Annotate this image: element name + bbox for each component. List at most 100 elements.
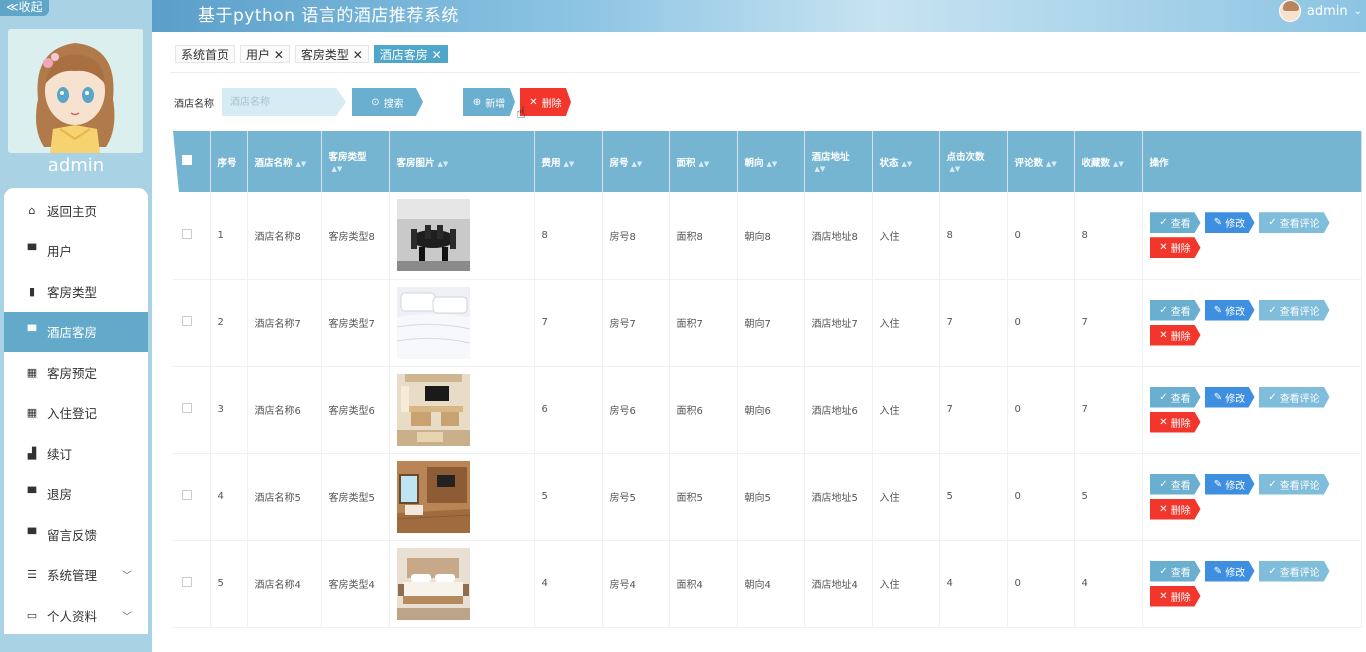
row-checkbox-cell[interactable] xyxy=(173,453,211,540)
cell-clicks: 8 xyxy=(939,192,1008,279)
view-button[interactable]: ✓ 查看 xyxy=(1149,212,1201,234)
column-header-sortable[interactable]: 费用 ▲▼ xyxy=(534,131,603,192)
delete-button[interactable]: ✕ 删除 xyxy=(1149,498,1201,520)
view-comments-button[interactable]: ✓ 查看评论 xyxy=(1258,560,1330,582)
row-checkbox[interactable] xyxy=(182,403,192,413)
column-header-sortable[interactable]: 客房图片 ▲▼ xyxy=(389,131,535,192)
column-header: 序号 xyxy=(210,131,248,192)
cell-index: 5 xyxy=(210,540,248,627)
search-button[interactable]: ⊙ 搜索 xyxy=(352,88,423,116)
column-header-sortable[interactable]: 状态 ▲▼ xyxy=(872,131,940,192)
pointer-cursor-icon: ☝ xyxy=(516,103,526,122)
table-row[interactable]: 4 酒店名称5 客房类型5 5 房号5 面积5 朝向5 酒店地址5 入住 5 0… xyxy=(173,453,1362,540)
sidebar-item-users[interactable]: ▀ 用户 xyxy=(4,231,148,272)
cell-address: 酒店地址7 xyxy=(804,279,873,366)
sidebar-item-home[interactable]: ⌂ 返回主页 xyxy=(4,190,148,231)
user-menu[interactable]: admin ⌄ xyxy=(1278,0,1362,22)
sidebar-item-room-types[interactable]: ▮ 客房类型 xyxy=(4,271,148,312)
table-row[interactable]: 3 酒店名称6 客房类型6 6 房号6 面积6 朝向6 酒店地址6 入住 7 0… xyxy=(173,366,1362,453)
column-label: 面积 xyxy=(676,157,696,169)
column-header-sortable[interactable]: 面积 ▲▼ xyxy=(669,131,738,192)
delete-button[interactable]: ✕ 删除 xyxy=(1149,585,1201,607)
batch-delete-button[interactable]: ✕ 删除 xyxy=(520,88,571,116)
table-row[interactable]: 5 酒店名称4 客房类型4 4 房号4 面积4 朝向4 酒店地址4 入住 4 0… xyxy=(173,540,1362,627)
cell-area: 面积6 xyxy=(669,366,738,453)
column-header-sortable[interactable]: 评论数 ▲▼ xyxy=(1007,131,1075,192)
column-header-sortable[interactable]: 收藏数 ▲▼ xyxy=(1074,131,1143,192)
sidebar-item-profile[interactable]: ▭ 个人资料 ﹀ xyxy=(4,595,148,636)
cell-favorites: 4 xyxy=(1074,540,1143,627)
table-row[interactable]: 2 酒店名称7 客房类型7 7 房号7 面积7 朝向7 酒店地址7 入住 7 0… xyxy=(173,279,1362,366)
row-checkbox[interactable] xyxy=(182,577,192,587)
view-comments-button[interactable]: ✓ 查看评论 xyxy=(1258,386,1330,408)
close-icon: ✕ xyxy=(1159,242,1168,254)
delete-button-label: 删除 xyxy=(1170,418,1191,430)
view-button[interactable]: ✓ 查看 xyxy=(1149,386,1201,408)
select-all-checkbox-cell[interactable] xyxy=(173,131,210,192)
tab-bar: 系统首页 用户 ✕ 客房类型 ✕ 酒店客房 ✕ xyxy=(175,45,448,63)
sidebar-item-checkin[interactable]: ▦ 入住登记 xyxy=(4,393,148,434)
hotel-name-search-input[interactable] xyxy=(222,88,346,116)
add-button[interactable]: ⊕ 新增 xyxy=(463,88,515,116)
tab-users[interactable]: 用户 ✕ xyxy=(240,45,290,63)
tab-home[interactable]: 系统首页 xyxy=(175,45,236,63)
sidebar-item-label: 酒店客房 xyxy=(47,325,98,341)
view-button[interactable]: ✓ 查看 xyxy=(1149,299,1201,321)
sidebar-item-checkout[interactable]: ▀ 退房 xyxy=(4,474,148,515)
column-header-sortable[interactable]: 酒店地址 ▲▼ xyxy=(804,131,873,192)
check-icon: ✓ xyxy=(1159,304,1168,316)
sidebar-item-booking[interactable]: ▦ 客房预定 xyxy=(4,352,148,393)
profile-avatar-image xyxy=(8,29,143,153)
sidebar-item-label: 客房类型 xyxy=(47,284,98,300)
row-checkbox-cell[interactable] xyxy=(173,540,211,627)
view-button[interactable]: ✓ 查看 xyxy=(1149,560,1201,582)
column-header-sortable[interactable]: 客房类型 ▲▼ xyxy=(321,131,390,192)
cell-index: 1 xyxy=(210,192,248,279)
delete-button[interactable]: ✕ 删除 xyxy=(1149,237,1201,259)
row-checkbox-cell[interactable] xyxy=(173,279,211,366)
column-header-sortable[interactable]: 朝向 ▲▼ xyxy=(737,131,805,192)
edit-button[interactable]: ✎ 修改 xyxy=(1204,386,1255,408)
row-checkbox[interactable] xyxy=(182,490,192,500)
view-button[interactable]: ✓ 查看 xyxy=(1149,473,1201,495)
select-all-checkbox[interactable] xyxy=(182,155,192,165)
column-label: 朝向 xyxy=(744,157,764,169)
row-checkbox[interactable] xyxy=(182,316,192,326)
cell-room-type: 客房类型5 xyxy=(321,453,390,540)
column-header-sortable[interactable]: 点击次数 ▲▼ xyxy=(939,131,1008,192)
sidebar-item-feedback[interactable]: ▀ 留言反馈 xyxy=(4,514,148,555)
room-photo-bed-white xyxy=(396,286,470,359)
tab-room-types[interactable]: 客房类型 ✕ xyxy=(294,45,369,63)
tab-hotel-rooms[interactable]: 酒店客房 ✕ xyxy=(373,45,448,63)
row-checkbox-cell[interactable] xyxy=(173,192,211,279)
row-checkbox-cell[interactable] xyxy=(173,366,211,453)
view-comments-button[interactable]: ✓ 查看评论 xyxy=(1258,473,1330,495)
sort-icon: ▲▼ xyxy=(437,159,449,168)
sort-icon: ▲▼ xyxy=(901,159,913,168)
column-header-sortable[interactable]: 酒店名称 ▲▼ xyxy=(247,131,322,192)
sidebar-item-hotel-rooms[interactable]: ▀ 酒店客房 xyxy=(4,311,148,352)
edit-button[interactable]: ✎ 修改 xyxy=(1204,473,1255,495)
avatar xyxy=(1278,0,1301,22)
column-label: 客房图片 xyxy=(396,157,435,169)
view-comments-button[interactable]: ✓ 查看评论 xyxy=(1258,299,1330,321)
cell-index: 2 xyxy=(210,279,248,366)
sidebar-item-renew[interactable]: ▟ 续订 xyxy=(4,433,148,474)
edit-button[interactable]: ✎ 修改 xyxy=(1204,212,1255,234)
edit-button[interactable]: ✎ 修改 xyxy=(1204,560,1255,582)
cell-favorites: 7 xyxy=(1074,366,1143,453)
sidebar-item-system[interactable]: ☰ 系统管理 ﹀ xyxy=(4,555,148,596)
profile-name: admin xyxy=(47,155,105,176)
table-row[interactable]: 1 酒店名称8 客房类型8 8 房号8 面积8 朝向8 酒店地址8 入住 8 0… xyxy=(173,192,1362,279)
edit-button[interactable]: ✎ 修改 xyxy=(1204,299,1255,321)
column-header-sortable[interactable]: 房号 ▲▼ xyxy=(602,131,670,192)
search-icon: ⊙ xyxy=(371,96,380,108)
delete-button[interactable]: ✕ 删除 xyxy=(1149,324,1201,346)
collapse-sidebar-button[interactable]: ≪收起 xyxy=(0,0,49,16)
plus-circle-icon: ⊕ xyxy=(472,96,482,108)
row-checkbox[interactable] xyxy=(182,228,192,239)
cell-area: 面积8 xyxy=(669,192,738,279)
view-comments-button[interactable]: ✓ 查看评论 xyxy=(1258,212,1330,234)
delete-button[interactable]: ✕ 删除 xyxy=(1149,411,1201,433)
cell-hotel-name: 酒店名称6 xyxy=(247,366,322,453)
